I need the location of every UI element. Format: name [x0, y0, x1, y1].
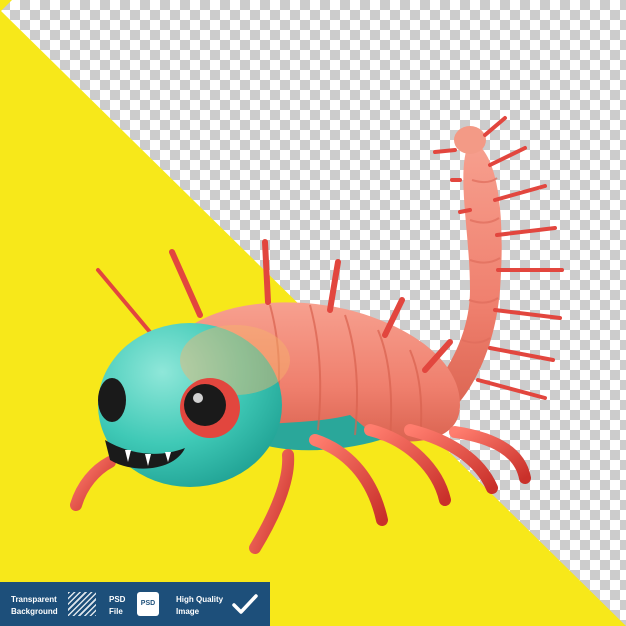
file-label: File [109, 607, 123, 616]
background-label: Background [11, 607, 58, 616]
high-quality-label: High Quality [176, 595, 224, 604]
checkmark-icon [232, 594, 258, 614]
product-image [0, 0, 626, 626]
transparency-hatch-icon [68, 592, 96, 616]
product-info-banner: Transparent Background PSD File PSD High… [0, 582, 270, 626]
image-label: Image [176, 607, 200, 616]
psd-file-icon: PSD [137, 592, 159, 616]
transparent-label: Transparent [11, 595, 57, 604]
psd-label: PSD [109, 595, 126, 604]
